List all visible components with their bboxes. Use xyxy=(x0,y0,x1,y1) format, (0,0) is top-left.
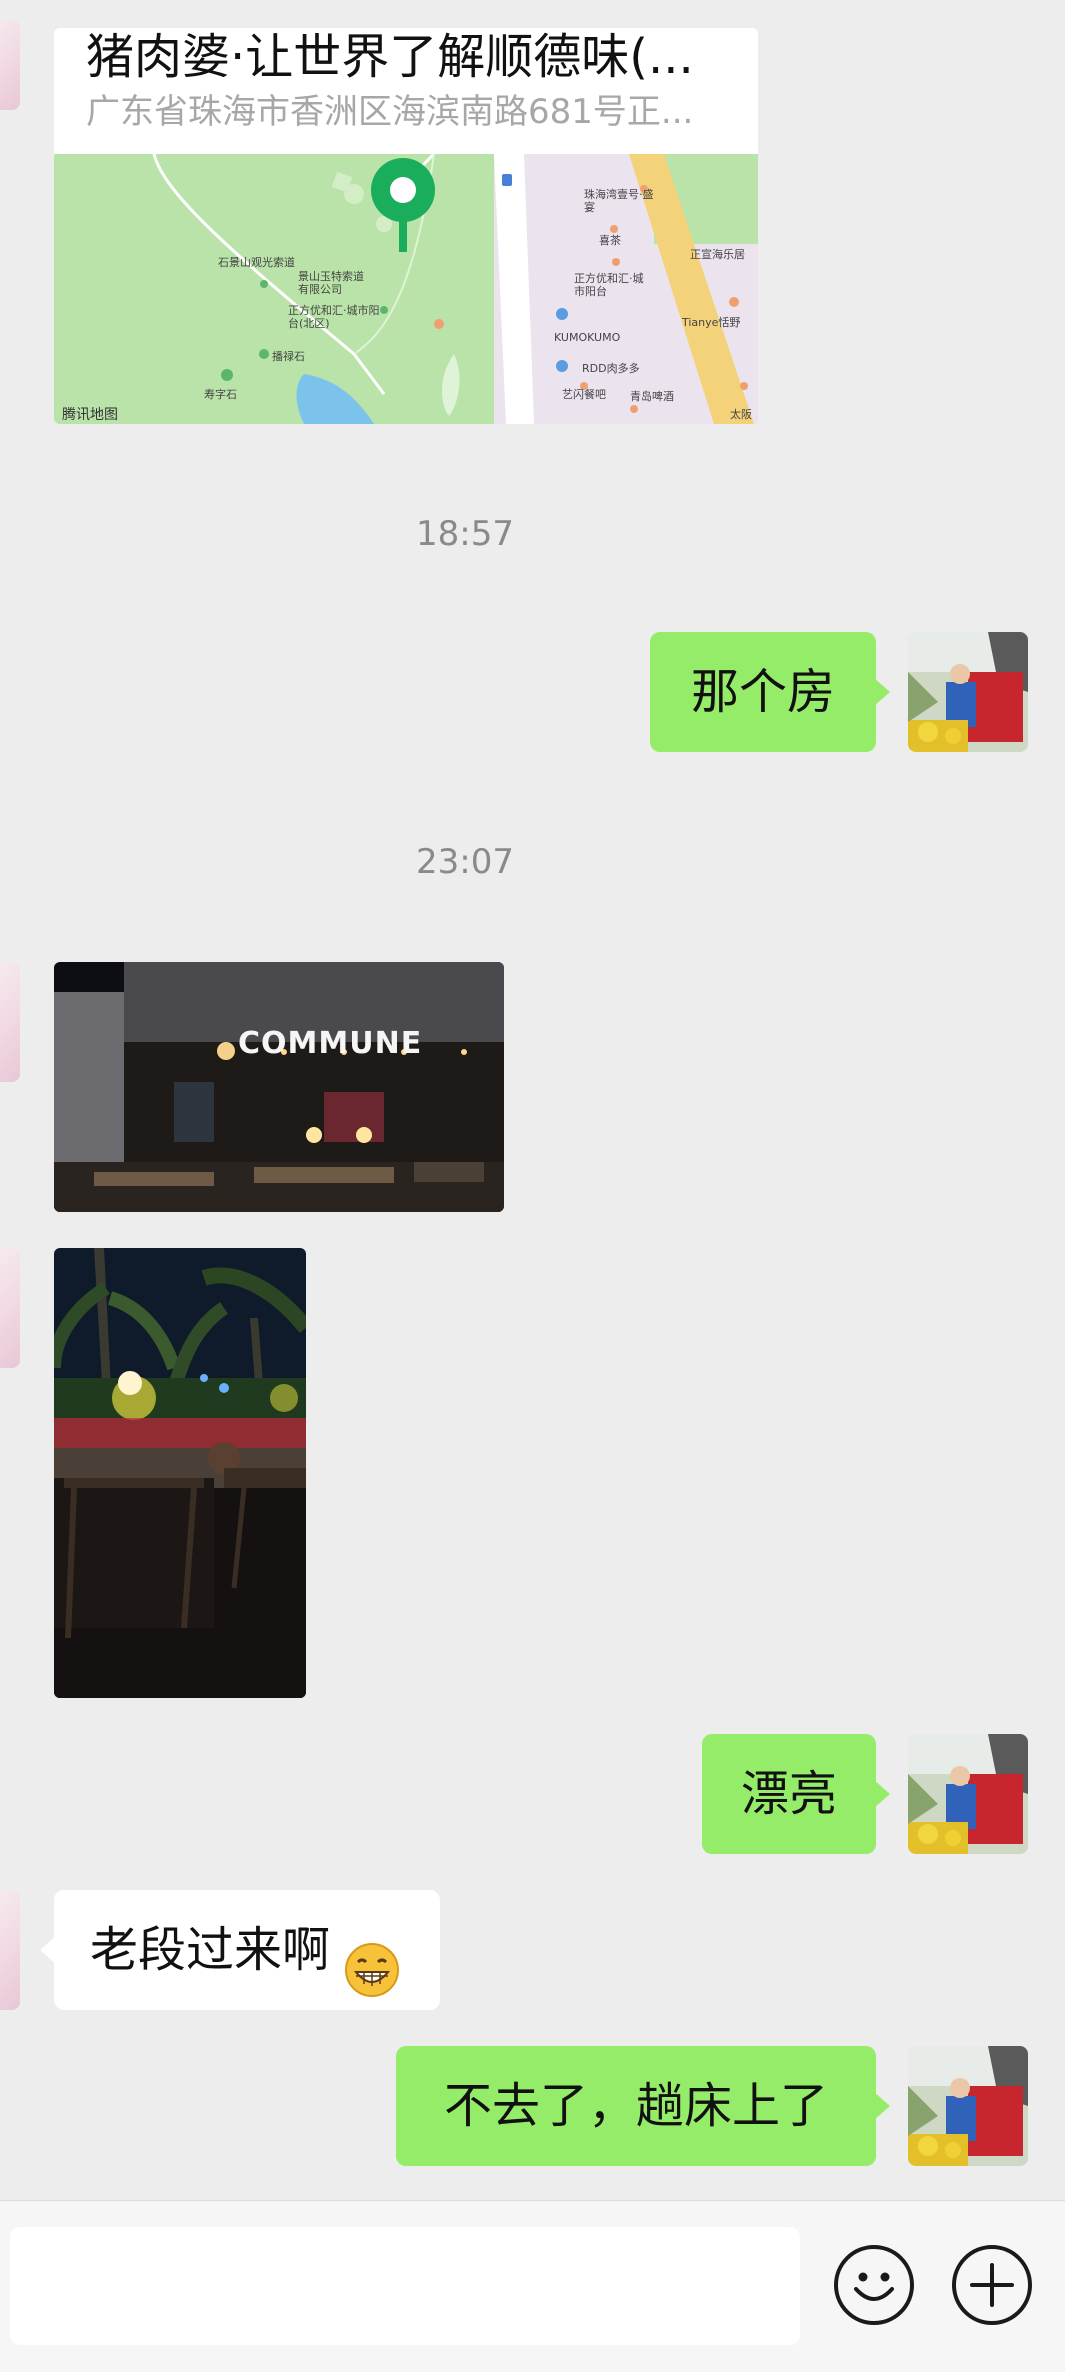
map-label: Tianye恬野 xyxy=(682,316,741,329)
map-label: 寿字石 xyxy=(204,388,237,401)
sent-message-bubble[interactable]: 不去了，趟床上了 xyxy=(396,2046,890,2166)
location-title: 猪肉婆·让世界了解顺德味(... xyxy=(86,29,694,85)
map-label: 正宣海乐居 xyxy=(690,248,745,261)
map-label: 播禄石 xyxy=(272,350,305,363)
received-photo[interactable]: COMMUNE xyxy=(54,962,504,1212)
received-photo[interactable] xyxy=(54,1248,306,1698)
self-avatar[interactable] xyxy=(908,1734,1028,1854)
location-address: 广东省珠海市香洲区海滨南路681号正... xyxy=(86,92,694,132)
received-message-text: 老段过来啊 xyxy=(90,1922,331,1978)
map-label: 珠海湾壹号·盛宴 xyxy=(584,188,654,214)
map-label: 石景山观光索道 xyxy=(218,256,295,269)
contact-avatar[interactable] xyxy=(0,962,20,1082)
emoji-button[interactable] xyxy=(834,2245,914,2325)
map-brand: 腾讯地图 xyxy=(62,407,118,423)
self-avatar[interactable] xyxy=(908,632,1028,752)
sent-message-bubble[interactable]: 那个房 xyxy=(650,632,890,752)
received-message-bubble[interactable]: 老段过来啊 xyxy=(40,1890,440,2010)
message-input[interactable] xyxy=(10,2227,800,2345)
map-label: 景山玉特索道有限公司 xyxy=(298,270,364,296)
sent-message-bubble[interactable]: 漂亮 xyxy=(702,1734,890,1854)
restaurant-sign: COMMUNE xyxy=(238,1026,423,1061)
location-card[interactable]: 猪肉婆·让世界了解顺德味(... 广东省珠海市香洲区海滨南路681号正... 石… xyxy=(54,28,758,424)
avatar-photo xyxy=(908,632,1028,752)
map-pin-icon xyxy=(368,156,438,256)
map-label: 正方优和汇·城市阳台(北区) xyxy=(288,304,380,330)
map-label: KUMOKUMO xyxy=(554,331,621,344)
contact-avatar[interactable] xyxy=(0,1890,20,2010)
map-label: 喜茶 xyxy=(599,234,621,247)
map-label: 艺闪餐吧 xyxy=(562,388,606,401)
contact-avatar[interactable] xyxy=(0,20,20,110)
plus-icon xyxy=(970,2263,1014,2307)
grin-emoji-icon xyxy=(344,1922,400,1997)
message-timestamp: 23:07 xyxy=(416,842,514,882)
map-label: 太阪 xyxy=(730,408,752,421)
avatar-photo xyxy=(908,2046,1028,2166)
map-label: 正方优和汇·城市阳台 xyxy=(574,272,644,298)
map-label: RDD肉多多 xyxy=(582,362,640,375)
input-bar xyxy=(0,2200,1065,2372)
self-avatar[interactable] xyxy=(908,2046,1028,2166)
contact-avatar[interactable] xyxy=(0,1248,20,1368)
more-button[interactable] xyxy=(952,2245,1032,2325)
smiley-icon xyxy=(854,2272,894,2301)
location-map[interactable]: 石景山观光索道 景山玉特索道有限公司 正方优和汇·城市阳台(北区) 珠海湾壹号·… xyxy=(54,154,758,424)
photo-restaurant-front xyxy=(54,962,504,1212)
photo-restaurant-patio xyxy=(54,1248,306,1698)
avatar-photo xyxy=(908,1734,1028,1854)
map-label: 青岛啤酒 xyxy=(630,390,674,403)
message-timestamp: 18:57 xyxy=(416,514,514,554)
